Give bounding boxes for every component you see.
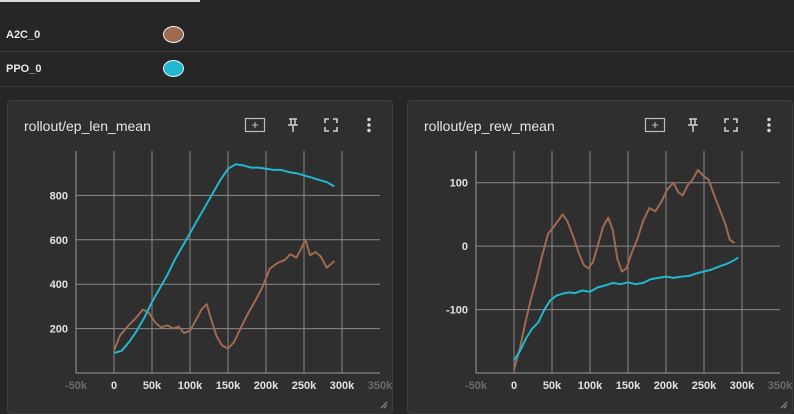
line-chart-ep-rew-mean[interactable]: -50k 0 50k 100k 150k 200k 250k 300k 350k -100 0 100 xyxy=(408,139,792,409)
x-tick-label: 300k xyxy=(330,380,355,392)
pin-icon[interactable] xyxy=(282,115,304,135)
fit-domain-icon[interactable] xyxy=(244,115,266,135)
x-tick-label: 0 xyxy=(511,380,517,392)
x-tick-label: 0 xyxy=(111,380,117,392)
run-row-ppo[interactable]: PPO_0 xyxy=(0,55,794,83)
x-tick-label: 100k xyxy=(178,380,203,392)
run-name: PPO_0 xyxy=(6,63,42,75)
resize-handle-icon[interactable] xyxy=(780,401,788,409)
runs-divider xyxy=(0,0,200,2)
y-tick-label: -100 xyxy=(446,305,468,317)
resize-handle-icon[interactable] xyxy=(380,401,388,409)
more-vert-icon[interactable] xyxy=(358,115,380,135)
y-tick-label: 400 xyxy=(50,279,68,291)
x-tick-label: 50k xyxy=(543,380,562,392)
y-tick-label: 0 xyxy=(462,241,468,253)
card-title: rollout/ep_rew_mean xyxy=(424,118,555,134)
run-color-swatch[interactable] xyxy=(163,60,184,77)
run-row-a2c[interactable]: A2C_0 xyxy=(0,21,794,49)
x-tick-label: 200k xyxy=(254,380,279,392)
run-color-swatch[interactable] xyxy=(163,26,184,43)
x-tick-label: -50k xyxy=(465,380,488,392)
x-tick-label: 350k xyxy=(768,380,792,392)
x-tick-label: 300k xyxy=(730,380,755,392)
x-tick-label: 250k xyxy=(292,380,317,392)
run-divider xyxy=(0,51,794,52)
line-chart-ep-len-mean[interactable]: -50k 0 50k 100k 150k 200k 250k 300k 350k 200 400 60… xyxy=(8,139,392,409)
y-tick-label: 100 xyxy=(450,178,468,190)
y-tick-label: 200 xyxy=(50,324,68,336)
x-tick-label: 350k xyxy=(368,380,392,392)
card-title: rollout/ep_len_mean xyxy=(24,118,151,134)
runs-panel: A2C_0 PPO_0 xyxy=(0,0,794,90)
card-toolbar xyxy=(628,115,780,135)
x-tick-label: 100k xyxy=(578,380,603,392)
scalar-card-ep-rew-mean: rollout/ep_rew_mean -50k 0 50k 100k 150k 200k… xyxy=(407,100,793,414)
x-tick-label: 150k xyxy=(216,380,241,392)
x-tick-label: 50k xyxy=(143,380,162,392)
fit-domain-icon[interactable] xyxy=(644,115,666,135)
more-vert-icon[interactable] xyxy=(758,115,780,135)
run-name: A2C_0 xyxy=(6,29,41,41)
x-tick-label: -50k xyxy=(65,380,88,392)
fullscreen-icon[interactable] xyxy=(320,115,342,135)
y-tick-label: 800 xyxy=(50,190,68,202)
run-divider xyxy=(0,86,794,87)
scalar-card-ep-len-mean: rollout/ep_len_mean -50k 0 50k 100k 150k 200k… xyxy=(7,100,393,414)
x-tick-label: 250k xyxy=(692,380,717,392)
card-toolbar xyxy=(228,115,380,135)
pin-icon[interactable] xyxy=(682,115,704,135)
x-tick-label: 150k xyxy=(616,380,641,392)
x-tick-label: 200k xyxy=(654,380,679,392)
y-tick-label: 600 xyxy=(50,235,68,247)
fullscreen-icon[interactable] xyxy=(720,115,742,135)
